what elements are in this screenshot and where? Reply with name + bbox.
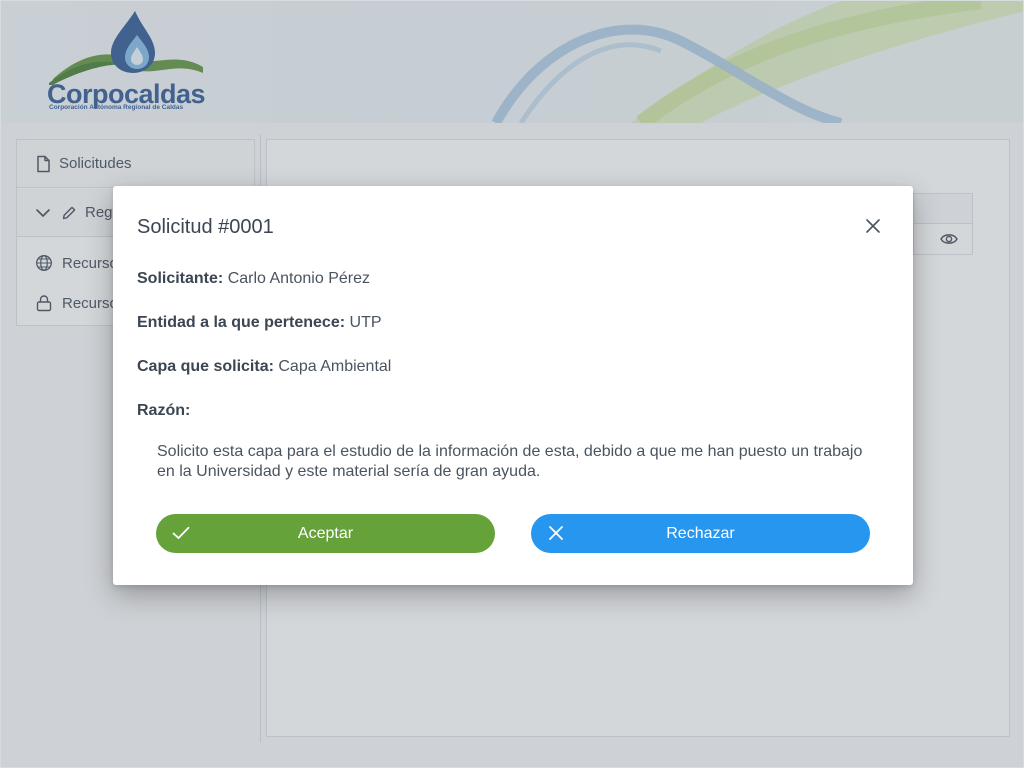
request-detail-modal: Solicitud #0001 Solicitante: Carlo Anton… [113,186,913,585]
field-capa-value: Capa Ambiental [278,358,392,375]
app-window: Corpocaldas Corporación Autónoma Regiona… [0,0,1024,768]
field-entidad-label: Entidad a la que pertenece: [137,314,346,331]
field-capa-label: Capa que solicita: [137,358,274,375]
field-solicitante-label: Solicitante: [137,270,224,287]
field-solicitante: Solicitante: Carlo Antonio Pérez [137,270,370,288]
field-entidad: Entidad a la que pertenece: UTP [137,314,382,332]
x-icon [546,523,566,543]
reject-button[interactable]: Rechazar [531,514,870,553]
field-razon-label: Razón: [137,402,191,419]
accept-button-label: Aceptar [297,524,354,542]
reject-button-label: Rechazar [666,524,735,542]
modal-title: Solicitud #0001 [137,216,274,238]
field-razon: Razón: [137,402,190,420]
accept-button[interactable]: Aceptar [156,514,495,553]
close-icon[interactable] [863,216,883,236]
check-icon [171,523,191,543]
field-capa: Capa que solicita: Capa Ambiental [137,358,391,376]
field-entidad-value: UTP [349,314,382,331]
field-solicitante-value: Carlo Antonio Pérez [227,270,370,287]
reason-text: Solicito esta capa para el estudio de la… [157,443,863,480]
